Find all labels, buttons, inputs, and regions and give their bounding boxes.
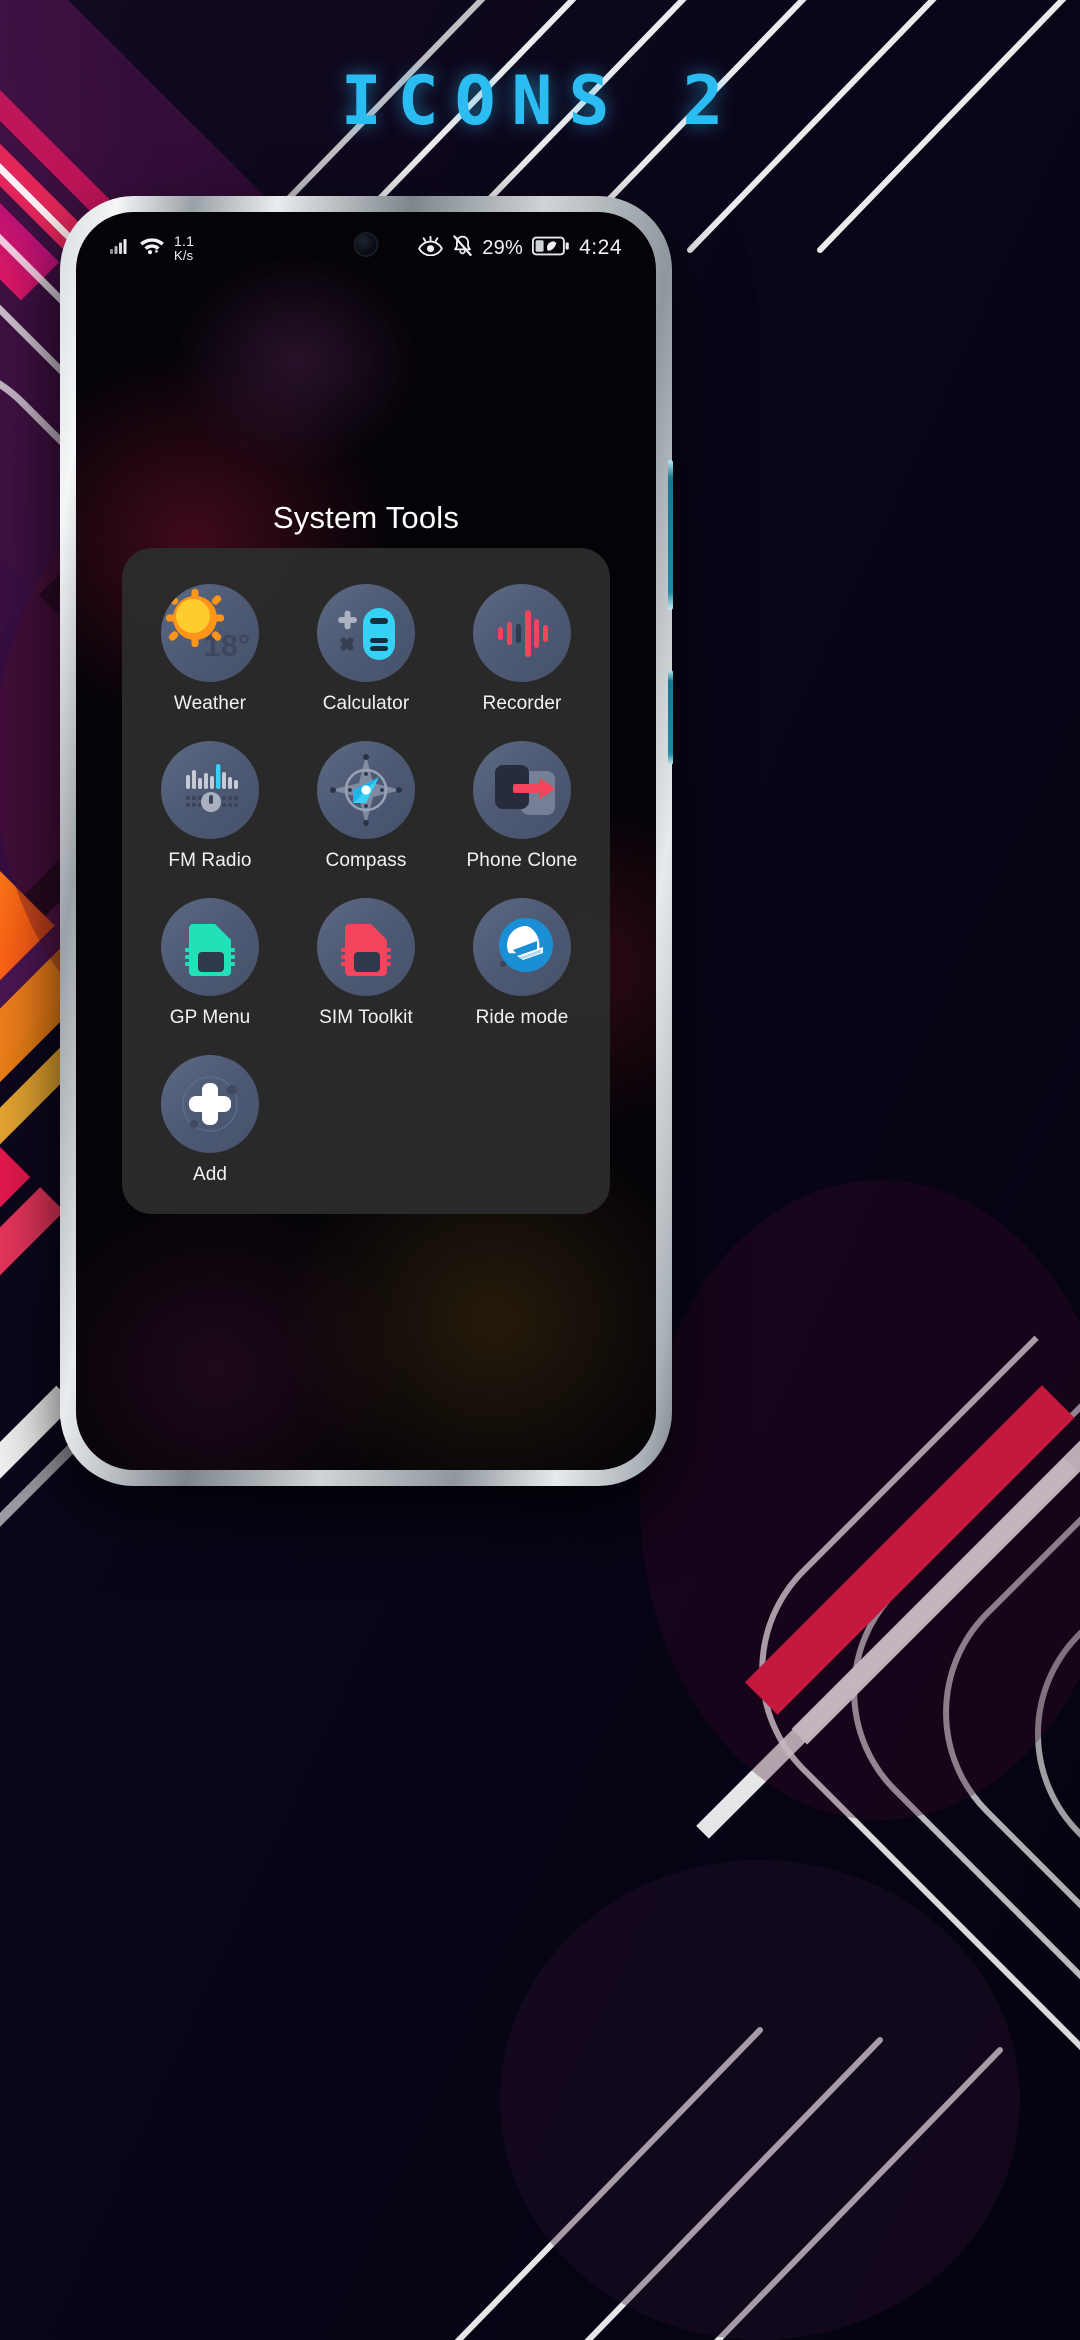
power-button[interactable]	[668, 670, 673, 765]
app-item-fm-radio[interactable]: FM Radio	[132, 731, 288, 878]
status-bar-clock: 4:24	[579, 236, 622, 259]
cellular-signal-icon	[110, 237, 130, 259]
phone-clone-icon[interactable]	[473, 741, 571, 839]
network-speed-indicator: 1.1 K/s	[174, 234, 194, 262]
app-item-recorder[interactable]: Recorder	[444, 574, 600, 721]
fm-radio-icon[interactable]	[161, 741, 259, 839]
ride-mode-icon[interactable]	[473, 898, 571, 996]
sim-toolkit-icon[interactable]	[317, 898, 415, 996]
folder-panel: 18° Weather Calculator Recorder FM Radio…	[122, 548, 610, 1214]
eye-comfort-icon	[418, 235, 444, 261]
app-item-gp-menu[interactable]: GP Menu	[132, 888, 288, 1035]
compass-icon[interactable]	[317, 741, 415, 839]
app-item-phone-clone[interactable]: Phone Clone	[444, 731, 600, 878]
app-item-weather[interactable]: 18° Weather	[132, 574, 288, 721]
bell-mute-icon	[452, 234, 473, 262]
page-title: ICONS 2	[340, 62, 740, 141]
app-grid: 18° Weather Calculator Recorder FM Radio…	[132, 574, 600, 1192]
app-label: Weather	[173, 693, 247, 714]
app-item-compass[interactable]: Compass	[288, 731, 444, 878]
battery-power-saving-icon	[532, 236, 570, 261]
front-camera-icon	[355, 234, 377, 255]
app-item-sim-toolkit[interactable]: SIM Toolkit	[288, 888, 444, 1035]
add-icon[interactable]	[161, 1055, 259, 1153]
status-bar-right: 29% 4:24	[418, 234, 622, 262]
app-item-add[interactable]: Add	[132, 1045, 288, 1192]
network-speed-unit: K/s	[174, 247, 194, 263]
app-label: FM Radio	[168, 850, 252, 871]
app-label: SIM Toolkit	[319, 1007, 413, 1028]
volume-rocker-button[interactable]	[668, 460, 673, 610]
folder-title: System Tools	[272, 500, 460, 535]
app-label: Compass	[325, 850, 407, 871]
wifi-icon	[139, 235, 165, 260]
app-label: Recorder	[482, 693, 562, 714]
app-label: Phone Clone	[466, 850, 578, 871]
app-label: GP Menu	[169, 1007, 251, 1028]
battery-percent-label: 29%	[482, 236, 524, 259]
status-bar-left: 1.1 K/s	[110, 234, 194, 262]
gp-menu-icon[interactable]	[161, 898, 259, 996]
app-item-ride-mode[interactable]: Ride mode	[444, 888, 600, 1035]
network-speed-value: 1.1	[174, 233, 195, 250]
app-label: Calculator	[322, 693, 410, 714]
calculator-icon[interactable]	[317, 584, 415, 682]
app-item-calculator[interactable]: Calculator	[288, 574, 444, 721]
app-label: Add	[192, 1164, 228, 1185]
weather-icon[interactable]: 18°	[161, 584, 259, 682]
app-label: Ride mode	[475, 1007, 569, 1028]
phone-mockup: 1.1 K/s 29% 4:24 System Tools 18° Weathe…	[60, 196, 673, 1486]
phone-screen: 1.1 K/s 29% 4:24 System Tools 18° Weathe…	[76, 212, 656, 1470]
recorder-icon[interactable]	[473, 584, 571, 682]
